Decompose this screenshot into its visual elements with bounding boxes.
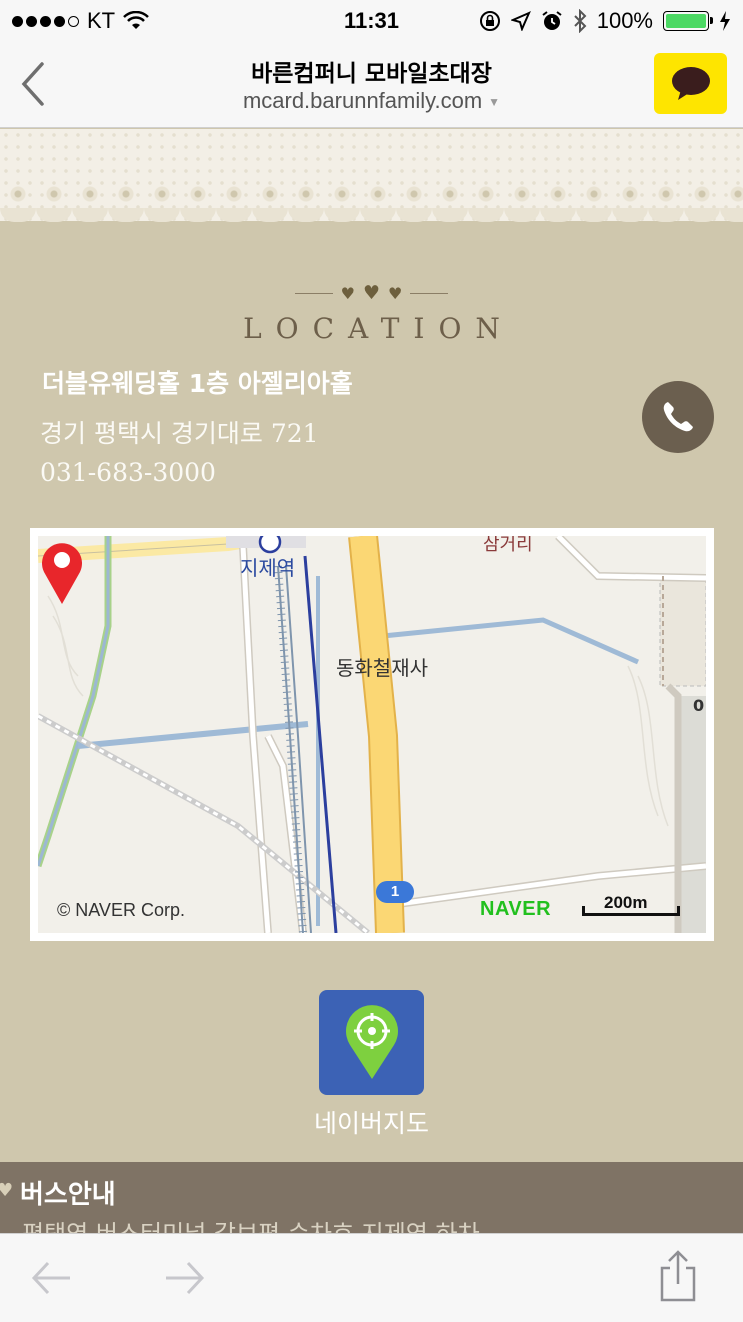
- status-icons: 100%: [479, 8, 731, 34]
- bluetooth-icon: [574, 9, 587, 33]
- orientation-lock-icon: [479, 11, 500, 31]
- location-arrow-icon: [510, 11, 531, 31]
- kakaotalk-share-button[interactable]: [654, 53, 727, 114]
- map-roads: [38, 536, 706, 933]
- map-label-edge: 0: [693, 696, 705, 715]
- map-pin-target-icon: [345, 1004, 398, 1079]
- heart-icon: ♥: [340, 283, 355, 303]
- bus-info-title: 버스안내: [20, 1180, 116, 1210]
- battery-percent: 100%: [596, 8, 653, 33]
- heart-icon: ♥: [388, 283, 403, 303]
- venue-name: 더블유웨딩홀 1층 아젤리아홀: [42, 369, 353, 398]
- arrow-right-icon[interactable]: [162, 1258, 206, 1298]
- map-scale-bar: [582, 906, 680, 916]
- arrow-left-icon[interactable]: [30, 1258, 74, 1298]
- heart-icon: ♥: [362, 282, 381, 304]
- alarm-icon: [542, 11, 562, 30]
- section-heading: LOCATION: [243, 312, 514, 345]
- call-button[interactable]: [642, 381, 714, 453]
- browser-toolbar: [0, 1233, 743, 1322]
- chevron-down-icon: ▼: [488, 95, 501, 110]
- venue-address: 경기 평택시 경기대로 721: [40, 419, 319, 448]
- map-label-station: 지제역: [240, 556, 296, 580]
- heart-icon: ♥: [0, 1180, 14, 1201]
- battery-level: [666, 14, 706, 28]
- bus-info-section: ♥ 버스안내 평택역 버스터미널 갈보평 순차호 지제역 하차: [0, 1162, 743, 1234]
- naver-logo: NAVER: [480, 898, 552, 920]
- lace-border: [0, 172, 743, 222]
- location-map[interactable]: 삼거리 지제역 동화철재사 0 1 © NAVER Corp. NAVER 20…: [38, 536, 706, 933]
- map-label-place: 동화철재사: [336, 656, 428, 680]
- share-icon[interactable]: [656, 1248, 700, 1304]
- battery-icon: [663, 11, 713, 31]
- phone-icon: [663, 402, 693, 432]
- location-marker-icon[interactable]: [38, 536, 86, 606]
- map-frame: 삼거리 지제역 동화철재사 0 1 © NAVER Corp. NAVER 20…: [30, 528, 714, 941]
- venue-phone[interactable]: 031-683-3000: [40, 458, 216, 487]
- kakaotalk-icon: [671, 66, 710, 100]
- route-number-badge: 1: [376, 881, 414, 903]
- browser-nav-bar: 바른컴퍼니 모바일초대장 mcard.barunnfamily.com ▼: [0, 40, 743, 128]
- url-text: mcard.barunnfamily.com: [242, 88, 483, 113]
- url-field[interactable]: mcard.barunnfamily.com ▼: [0, 88, 743, 114]
- charging-bolt-icon: [720, 11, 730, 31]
- heart-ornament: ♥ ♥ ♥: [0, 284, 743, 303]
- naver-map-button[interactable]: [319, 990, 424, 1095]
- status-bar: KT 11:31 100%: [0, 0, 743, 40]
- bus-info-text: 평택역 버스터미널 갈보평 순차호 지제역 하차: [22, 1220, 480, 1234]
- page-title: 바른컴퍼니 모바일초대장: [251, 61, 492, 87]
- map-copyright: © NAVER Corp.: [57, 900, 185, 920]
- map-label-junction: 삼거리: [483, 536, 533, 555]
- naver-map-label[interactable]: 네이버지도: [0, 1104, 743, 1140]
